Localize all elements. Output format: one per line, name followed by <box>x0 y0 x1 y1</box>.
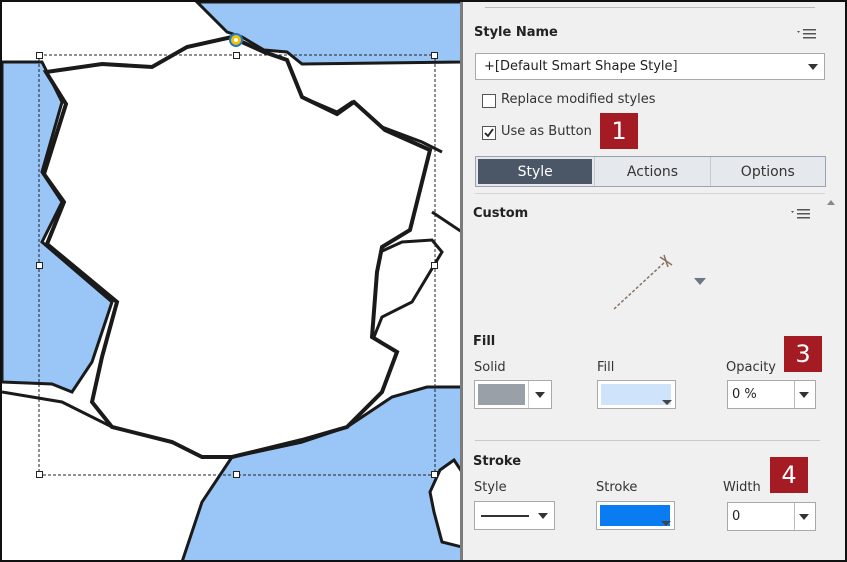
resize-handle-sw[interactable] <box>36 471 43 478</box>
anchor-point-icon[interactable] <box>229 33 243 47</box>
chevron-down-icon <box>538 512 548 519</box>
fill-solid-label: Solid <box>474 360 506 375</box>
solid-type-dropdown[interactable] <box>474 380 552 409</box>
tab-bar: Style Actions Options <box>475 156 826 187</box>
style-name-label: Style Name <box>474 25 558 40</box>
france-map <box>2 2 462 560</box>
chevron-down-icon <box>799 513 809 520</box>
panel-scrollbar[interactable] <box>837 2 845 560</box>
color-corner-icon <box>662 400 672 405</box>
callout-badge-1: 1 <box>600 113 638 149</box>
checkmark-icon <box>484 128 494 138</box>
resize-handle-se[interactable] <box>431 471 438 478</box>
resize-handle-n[interactable] <box>233 52 240 59</box>
tab-options[interactable]: Options <box>709 157 825 186</box>
stage-canvas[interactable] <box>2 2 462 560</box>
fill-fill-label: Fill <box>597 360 615 375</box>
france-land <box>41 34 433 459</box>
style-name-value: +[Default Smart Shape Style] <box>484 59 678 74</box>
custom-menu-icon[interactable] <box>791 208 811 222</box>
use-as-button-label: Use as Button <box>501 124 592 139</box>
fill-opacity-label: Opacity <box>726 360 777 375</box>
style-name-dropdown[interactable]: +[Default Smart Shape Style] <box>475 53 825 80</box>
stroke-style-dropdown[interactable] <box>474 501 555 530</box>
preset-chevron-down-icon <box>694 278 706 285</box>
resize-handle-ne[interactable] <box>431 52 438 59</box>
callout-badge-4: 4 <box>770 457 808 493</box>
fill-section-label: Fill <box>473 334 496 349</box>
tab-actions[interactable]: Actions <box>594 157 709 186</box>
resize-handle-nw[interactable] <box>36 52 43 59</box>
chevron-down-icon <box>799 391 809 398</box>
stroke-width-label: Width <box>723 480 761 495</box>
stroke-style-label: Style <box>474 480 507 495</box>
width-value: 0 <box>732 509 741 524</box>
line-preview-icon <box>613 254 673 310</box>
properties-panel: Style Name +[Default Smart Shape Style] … <box>463 2 845 560</box>
stroke-color-picker[interactable] <box>596 501 675 530</box>
resize-handle-e[interactable] <box>431 262 438 269</box>
fill-color-picker[interactable] <box>597 380 676 409</box>
width-dropdown[interactable]: 0 <box>727 502 816 531</box>
use-as-button-checkbox[interactable] <box>482 126 496 140</box>
callout-badge-3: 3 <box>784 336 822 372</box>
custom-label: Custom <box>473 206 529 221</box>
style-menu-icon[interactable] <box>797 28 817 42</box>
fill-stroke-separator <box>475 440 820 441</box>
scroll-up-icon[interactable] <box>827 200 835 205</box>
opacity-value: 0 % <box>732 387 757 402</box>
opacity-dropdown[interactable]: 0 % <box>727 380 816 409</box>
chevron-down-icon <box>535 391 545 398</box>
tabs-separator <box>475 193 825 194</box>
top-separator <box>485 7 815 8</box>
chevron-down-icon <box>808 63 818 70</box>
color-corner-icon <box>661 521 671 526</box>
stroke-section-label: Stroke <box>473 454 522 469</box>
replace-modified-styles-checkbox[interactable] <box>482 94 496 108</box>
tab-style[interactable]: Style <box>478 159 593 184</box>
custom-preset-picker[interactable] <box>608 247 708 317</box>
solid-color-swatch <box>478 384 525 405</box>
replace-modified-styles-label: Replace modified styles <box>501 92 656 107</box>
resize-handle-s[interactable] <box>233 471 240 478</box>
resize-handle-w[interactable] <box>36 262 43 269</box>
app-window: Style Name +[Default Smart Shape Style] … <box>0 0 847 562</box>
stroke-stroke-label: Stroke <box>596 480 638 495</box>
solid-line-icon <box>481 515 529 517</box>
stroke-color-swatch <box>600 505 670 526</box>
fill-color-swatch <box>601 384 671 405</box>
